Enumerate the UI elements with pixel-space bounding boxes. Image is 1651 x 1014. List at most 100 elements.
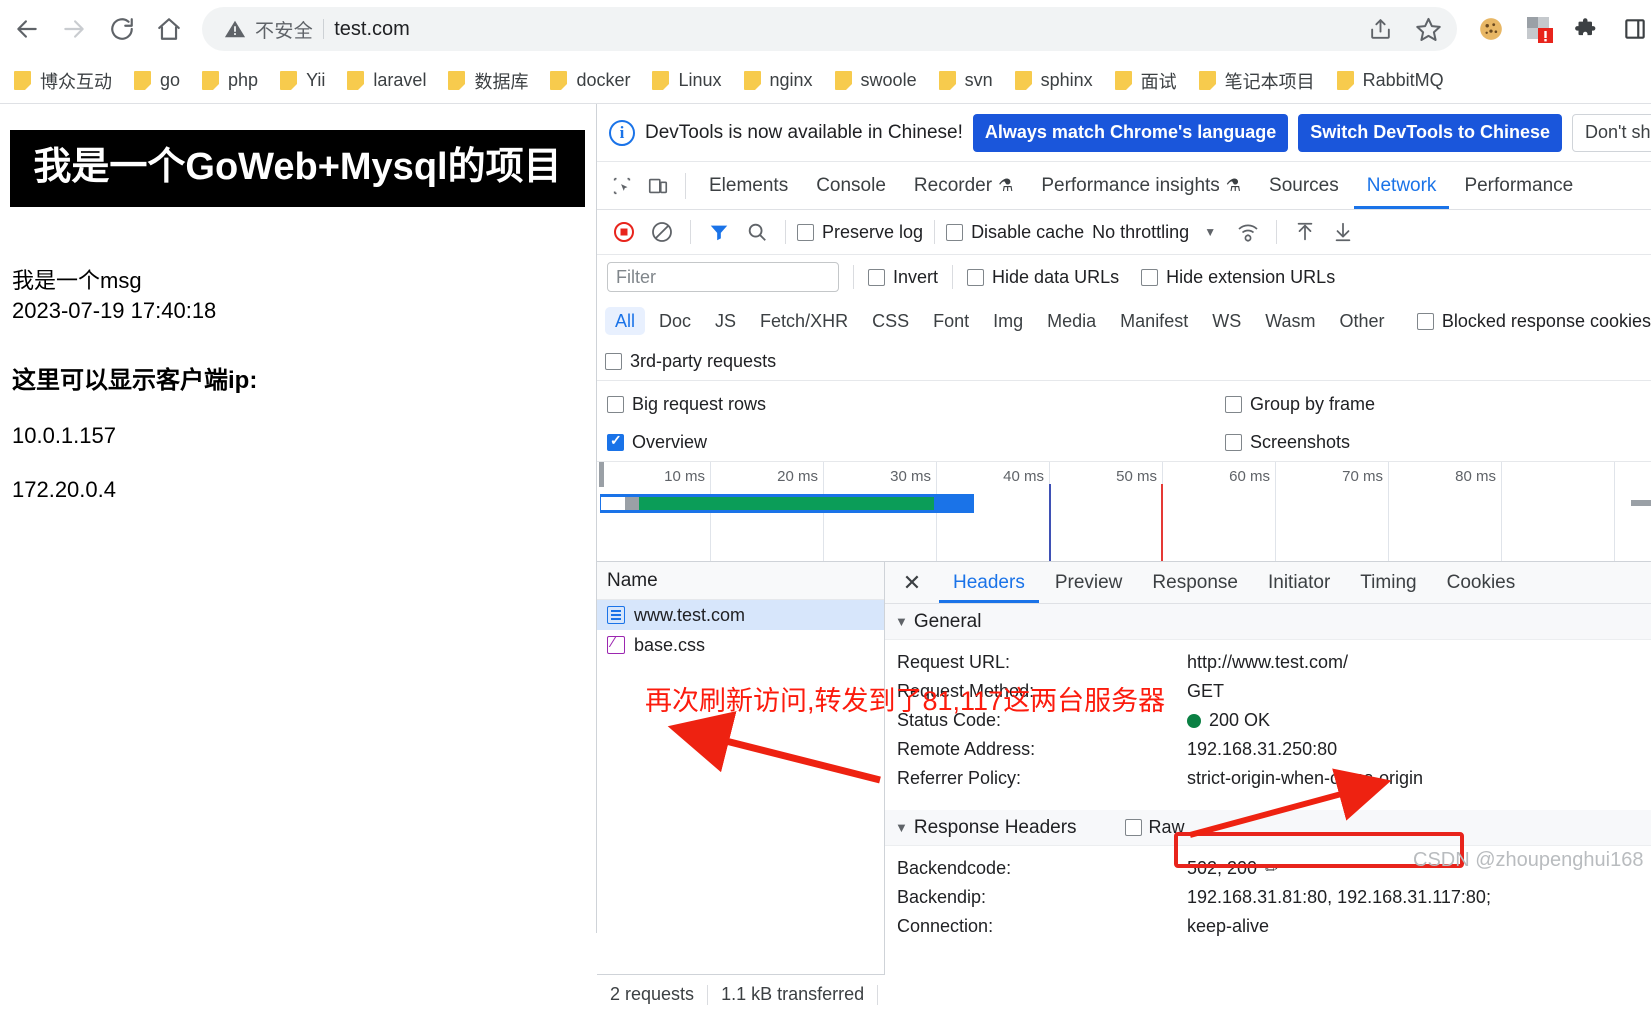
detail-tab-initiator[interactable]: Initiator (1254, 562, 1344, 603)
preserve-log-checkbox[interactable]: Preserve log (797, 222, 923, 243)
detail-tab-preview[interactable]: Preview (1041, 562, 1137, 603)
type-filter-fetch-xhr[interactable]: Fetch/XHR (750, 307, 858, 335)
watermark-text: CSDN @zhoupenghui168 (1413, 849, 1644, 871)
export-har-icon[interactable] (1326, 215, 1360, 249)
header-row: Request URL: http://www.test.com/ (885, 648, 1651, 677)
network-conditions-icon[interactable] (1231, 215, 1265, 249)
type-filter-other[interactable]: Other (1330, 307, 1395, 335)
network-toolbar: Preserve log Disable cache No throttling… (597, 210, 1651, 255)
hide-extension-urls-checkbox[interactable]: Hide extension URLs (1141, 267, 1335, 288)
overview-left-handle[interactable] (599, 462, 604, 487)
bookmark-item[interactable]: go (126, 63, 188, 99)
funnel-icon[interactable] (702, 215, 736, 249)
bookmark-item[interactable]: php (194, 63, 266, 99)
type-filter-media[interactable]: Media (1037, 307, 1106, 335)
checkbox-label: Preserve log (822, 221, 924, 242)
group-by-frame-checkbox[interactable]: Group by frame (1225, 394, 1375, 415)
tab-console[interactable]: Console (803, 163, 899, 209)
close-icon[interactable]: ✕ (897, 568, 927, 598)
type-filter-font[interactable]: Font (923, 307, 979, 335)
bookmark-item[interactable]: Yii (272, 63, 333, 99)
response-headers-section-header[interactable]: ▼ Response Headers Raw (885, 810, 1651, 846)
type-filter-doc[interactable]: Doc (649, 307, 701, 335)
raw-toggle[interactable]: Raw (1124, 817, 1185, 838)
share-icon[interactable] (1365, 14, 1395, 44)
type-filter-manifest[interactable]: Manifest (1110, 307, 1198, 335)
detail-tab-response[interactable]: Response (1138, 562, 1252, 603)
tab-label: Performance (1464, 174, 1574, 196)
bookmark-label: nginx (769, 70, 813, 90)
bookmark-label: svn (964, 70, 993, 90)
device-toolbar-icon[interactable] (641, 169, 675, 203)
home-button[interactable] (149, 8, 191, 50)
general-section-header[interactable]: ▼ General (885, 604, 1651, 640)
star-icon[interactable] (1413, 14, 1443, 44)
type-filter-css[interactable]: CSS (862, 307, 919, 335)
tab-sources[interactable]: Sources (1256, 163, 1352, 209)
network-overview-timeline[interactable]: 10 ms 20 ms 30 ms 40 ms 50 ms 60 ms 70 m… (597, 461, 1651, 562)
puzzle-icon[interactable] (1571, 13, 1603, 45)
detail-tab-timing[interactable]: Timing (1346, 562, 1430, 603)
chevron-down-icon[interactable]: ▼ (1193, 215, 1227, 249)
cookie-icon[interactable] (1475, 13, 1507, 45)
edit-pencil-icon[interactable]: ✏ (1265, 860, 1278, 878)
tab-recorder[interactable]: Recorder ⚗ (901, 163, 1026, 209)
dont-show-again-button[interactable]: Don't show again (1571, 113, 1651, 152)
table-row[interactable]: www.test.com (597, 600, 884, 630)
extension-alert-icon[interactable] (1523, 13, 1555, 45)
bookmark-item[interactable]: nginx (736, 63, 821, 99)
bookmark-item[interactable]: RabbitMQ (1329, 63, 1452, 99)
hide-data-urls-checkbox[interactable]: Hide data URLs (967, 267, 1119, 288)
bookmark-label: 笔记本项目 (1224, 71, 1315, 92)
bookmark-item[interactable]: swoole (827, 63, 925, 99)
tab-network[interactable]: Network (1354, 163, 1450, 209)
bookmark-label: php (228, 70, 259, 90)
throttling-select[interactable]: No throttling (1092, 222, 1189, 243)
bookmark-item[interactable]: Linux (644, 63, 729, 99)
record-stop-icon[interactable] (607, 215, 641, 249)
screenshots-checkbox[interactable]: Screenshots (1225, 432, 1350, 453)
tab-performance-insights[interactable]: Performance insights ⚗ (1028, 163, 1254, 209)
bookmark-item[interactable]: docker (542, 63, 638, 99)
invert-checkbox[interactable]: Invert (868, 267, 938, 288)
big-request-rows-checkbox[interactable]: Big request rows (607, 394, 766, 415)
devtools-tab-bar: Elements Console Recorder ⚗ Performance i… (597, 162, 1651, 210)
type-filter-ws[interactable]: WS (1202, 307, 1251, 335)
type-filter-wasm[interactable]: Wasm (1255, 307, 1325, 335)
toolbar-divider (1276, 220, 1278, 244)
disable-cache-checkbox[interactable]: Disable cache (946, 222, 1084, 243)
bookmark-item[interactable]: laravel (339, 63, 434, 99)
type-filter-all[interactable]: All (605, 307, 646, 335)
inspect-element-icon[interactable] (605, 169, 639, 203)
overview-tick-label: 50 ms (1116, 468, 1157, 485)
switch-devtools-language-button[interactable]: Switch DevTools to Chinese (1298, 113, 1562, 152)
header-key: Referrer Policy: (897, 768, 1022, 788)
sidepanel-icon[interactable] (1619, 13, 1651, 45)
type-filter-js[interactable]: JS (705, 307, 746, 335)
filter-input[interactable] (607, 262, 839, 292)
third-party-requests-checkbox[interactable]: 3rd-party requests (605, 351, 776, 372)
back-button[interactable] (6, 8, 48, 50)
bookmark-item[interactable]: 笔记本项目 (1191, 63, 1323, 99)
search-icon[interactable] (740, 215, 774, 249)
reload-button[interactable] (101, 8, 143, 50)
detail-tab-headers[interactable]: Headers (939, 562, 1039, 603)
import-har-icon[interactable] (1288, 215, 1322, 249)
omnibox-divider (323, 19, 325, 39)
always-match-language-button[interactable]: Always match Chrome's language (972, 113, 1289, 152)
bookmark-item[interactable]: sphinx (1007, 63, 1101, 99)
forward-button[interactable] (54, 8, 96, 50)
blocked-response-cookies-checkbox[interactable]: Blocked response cookies (1416, 311, 1651, 332)
bookmark-item[interactable]: 面试 (1107, 63, 1185, 99)
address-bar[interactable]: 不安全 test.com (202, 7, 1457, 51)
tab-performance[interactable]: Performance (1451, 163, 1586, 209)
bookmark-item[interactable]: 数据库 (440, 63, 536, 99)
clear-icon[interactable] (645, 215, 679, 249)
overview-checkbox[interactable]: Overview (607, 432, 707, 453)
tab-elements[interactable]: Elements (696, 163, 801, 209)
bookmark-item[interactable]: 博众互动 (6, 63, 120, 99)
detail-tab-cookies[interactable]: Cookies (1433, 562, 1530, 603)
table-row[interactable]: base.css (597, 630, 884, 660)
bookmark-item[interactable]: svn (931, 63, 1001, 99)
type-filter-img[interactable]: Img (983, 307, 1033, 335)
